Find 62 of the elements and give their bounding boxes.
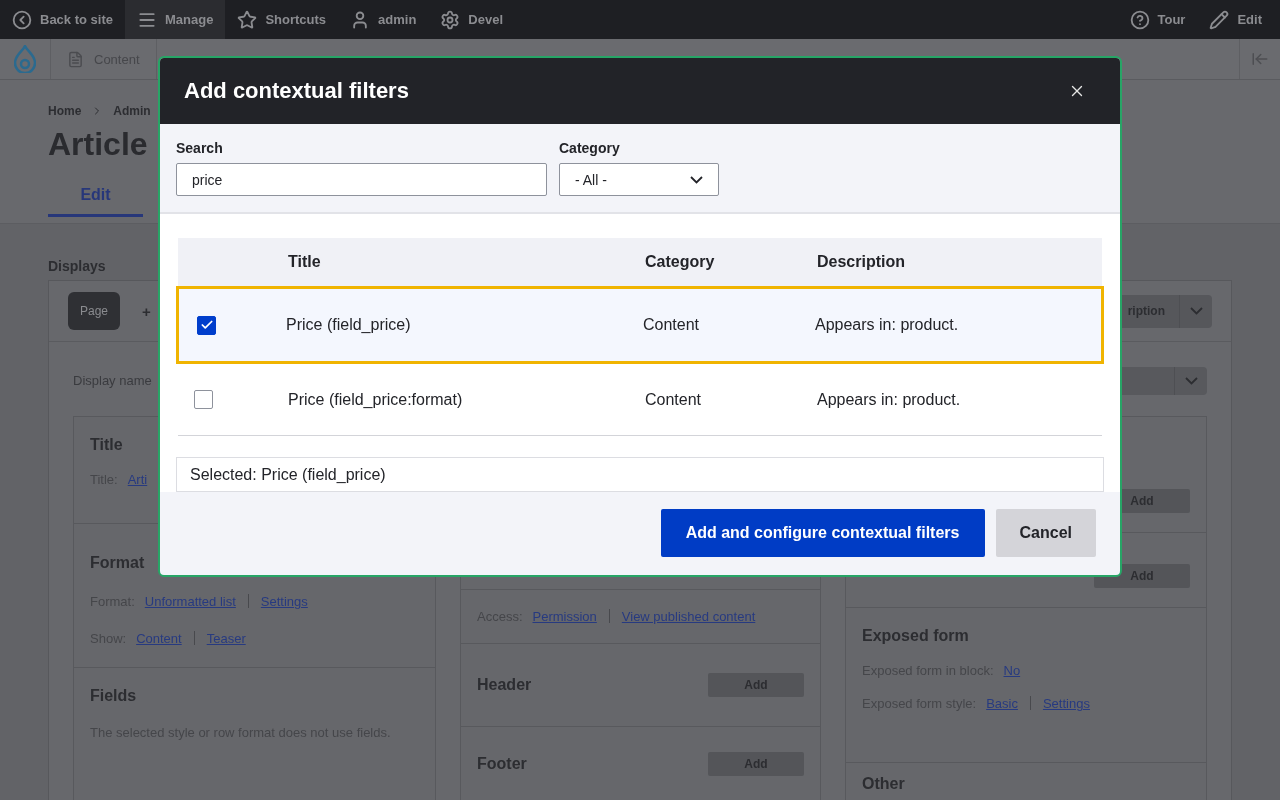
setting-link[interactable]: Settings [260,594,308,609]
display-tab[interactable]: + [142,302,151,320]
toolbar-icon [12,9,32,30]
table-cell-text: Appears in: product. [815,316,960,334]
column-header: Category [645,253,716,271]
toolbar-icon [440,9,461,30]
category-select[interactable]: - All - [559,163,719,196]
table-cell-text: Price (field_price) [286,316,412,334]
toolbar-item[interactable]: Shortcuts [225,0,339,39]
local-task-tab[interactable]: Edit [48,178,143,217]
document-icon [67,50,84,68]
help-icon [1129,9,1150,30]
toolbar-item[interactable]: Tour [1117,0,1198,39]
caret-icon [1189,307,1203,315]
section-heading: Title [90,436,123,454]
setting-link[interactable]: Teaser [206,631,246,646]
dialog-title: Add contextual filters [184,78,409,104]
setting-link[interactable]: View published content [621,609,756,624]
breadcrumb-link[interactable]: Home [48,104,82,118]
submit-button[interactable]: Add and configure contextual filters [660,509,985,557]
toolbar-item[interactable]: Devel [428,0,516,39]
column-header: Description [817,253,906,271]
collapse-icon [1251,50,1269,68]
section-heading: Format [90,554,145,572]
section-heading: Footer [477,755,527,773]
toolbar-item[interactable]: Manage [125,0,226,39]
toolbar-icon [237,9,258,30]
section-heading: Exposed form [862,627,969,645]
section-heading: Other [862,775,905,793]
checkbox[interactable] [197,315,216,335]
caret-icon [1184,376,1198,385]
column-header: Title [288,253,322,271]
display-tab[interactable]: Page [68,292,121,330]
selection-summary: Selected: Price (field_price) [176,457,1104,492]
field-label: Category [559,140,621,156]
checkbox[interactable] [194,390,213,409]
setting-link[interactable]: Content [136,631,182,646]
setting-link[interactable]: Basic [986,696,1018,711]
setting-link[interactable]: Settings [1042,696,1090,711]
toolbar-item[interactable]: Edit [1197,0,1274,39]
caret-icon [690,175,703,184]
section-heading: Header [477,676,532,694]
table-row[interactable]: Price (field_price) Content Appears in: product. [176,286,1104,364]
toolbar-item[interactable]: Back to site [0,0,125,39]
page-title: Article [48,125,148,164]
drupal-logo-icon [14,45,36,73]
setting-link[interactable]: Permission [532,609,597,624]
section-heading: Fields [90,687,137,705]
table-cell-text: Content [645,390,703,409]
breadcrumb-link[interactable]: Admin [113,104,151,118]
table-cell-text: Price (field_price:format) [288,390,464,409]
check-icon [199,318,214,332]
setting-link[interactable]: No [1003,663,1021,678]
search-field[interactable]: price [176,163,547,196]
table-cell-text: Appears in: product. [817,390,962,409]
cancel-button[interactable]: Cancel [995,509,1096,557]
table-cell-text: Content [643,316,701,334]
setting-link[interactable]: Unformatted list [144,594,236,609]
pencil-icon [1209,9,1230,30]
setting-link[interactable]: Arti [127,472,148,487]
field-label: Search [176,140,224,156]
toolbar-item[interactable]: admin [338,0,429,39]
